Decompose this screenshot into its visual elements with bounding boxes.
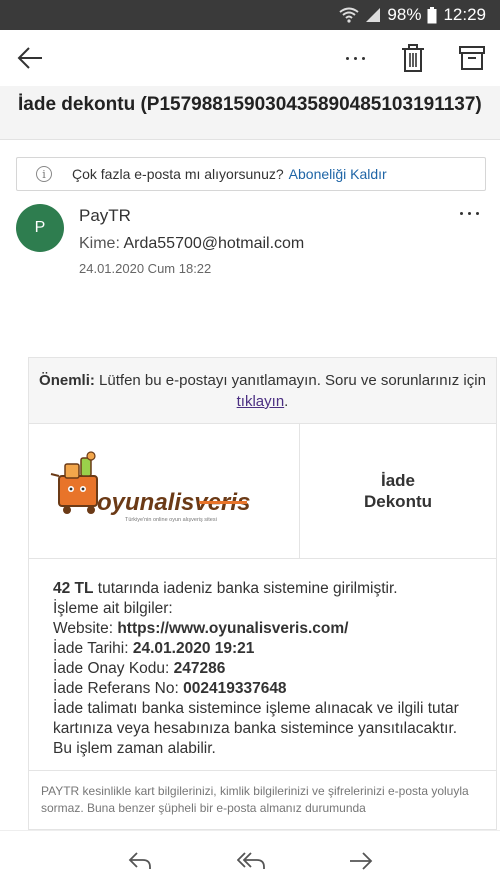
notice-box: Önemli: Lütfen bu e-postayı yanıtlamayın… (29, 358, 496, 424)
more-options-icon[interactable] (340, 44, 370, 72)
wifi-icon (339, 7, 360, 23)
forward-icon[interactable] (348, 849, 374, 873)
email-body: Önemli: Lütfen bu e-postayı yanıtlamayın… (28, 357, 497, 830)
battery-percent: 98% (387, 5, 422, 24)
reference-no-value: 002419337648 (183, 680, 287, 697)
doc-title-line1: İade (380, 471, 416, 490)
notice-bold: Önemli: (39, 372, 95, 389)
avatar-letter: P (34, 219, 46, 236)
info-icon: i (36, 166, 52, 182)
refund-details: 42 TL tutarında iadeniz banka sistemine … (29, 559, 496, 771)
archive-icon[interactable] (458, 45, 486, 71)
reply-icon[interactable] (127, 849, 153, 873)
email-subject: İade dekontu (P1579881590304358904851031… (18, 94, 482, 115)
notice-link[interactable]: tıklayın (237, 393, 285, 410)
info-label: İşleme ait bilgiler: (53, 600, 173, 617)
unsubscribe-banner: i Çok fazla e-posta mı alıyorsunuz? Abon… (16, 157, 486, 191)
refund-amount-text: tutarında iadeniz banka sistemine girilm… (93, 580, 398, 597)
document-title: İade Dekontu (300, 424, 496, 558)
email-header-row: oyunalisveris Türkiye'nin online oyun al… (29, 424, 496, 559)
sender-name[interactable]: PayTR (79, 206, 131, 226)
message-date: 24.01.2020 Cum 18:22 (79, 261, 212, 276)
refund-date-label: İade Tarihi: (53, 640, 133, 657)
bottom-action-bar (0, 830, 500, 889)
notice-end: . (284, 393, 289, 410)
status-bar: 98% 12:29 (0, 0, 500, 30)
message-more-icon[interactable] (460, 212, 479, 215)
recipient-address[interactable]: Arda55700@hotmail.com (123, 235, 304, 252)
notice-text: Lütfen bu e-postayı yanıtlamayın. Soru v… (94, 372, 486, 389)
security-footer: PAYTR kesinlikle kart bilgilerinizi, kim… (41, 784, 469, 815)
reply-all-icon[interactable] (237, 849, 267, 873)
subject-bar: İade dekontu (P1579881590304358904851031… (0, 86, 500, 140)
logo-cell: oyunalisveris Türkiye'nin online oyun al… (29, 424, 300, 558)
unsubscribe-link[interactable]: Aboneliği Kaldır (289, 166, 387, 182)
recipient-line: Kime: Arda55700@hotmail.com (79, 235, 304, 253)
website-value[interactable]: https://www.oyunalisveris.com/ (117, 620, 348, 637)
refund-amount: 42 TL (53, 580, 94, 597)
website-label: Website: (53, 620, 118, 637)
trash-icon[interactable] (400, 43, 426, 73)
back-arrow-icon[interactable] (16, 44, 44, 72)
battery-icon (427, 6, 437, 23)
refund-date-value: 24.01.2020 19:21 (132, 640, 255, 657)
avatar[interactable]: P (16, 204, 64, 252)
signal-icon (366, 8, 381, 22)
oyunalisveris-logo: oyunalisveris Türkiye'nin online oyun al… (50, 451, 250, 523)
closing-text: İade talimatı banka sistemince işleme al… (53, 700, 459, 757)
to-label: Kime: (79, 235, 120, 252)
approval-code-value: 247286 (173, 660, 226, 677)
app-bar (0, 30, 500, 86)
clock: 12:29 (443, 5, 486, 24)
approval-code-label: İade Onay Kodu: (53, 660, 174, 677)
reference-no-label: İade Referans No: (53, 680, 184, 697)
logo-tagline: Türkiye'nin online oyun alışveriş sitesi (125, 517, 217, 523)
doc-title-line2: Dekontu (364, 492, 432, 511)
unsubscribe-text: Çok fazla e-posta mı alıyorsunuz? (72, 166, 284, 182)
message-content: i Çok fazla e-posta mı alıyorsunuz? Abon… (0, 140, 500, 830)
